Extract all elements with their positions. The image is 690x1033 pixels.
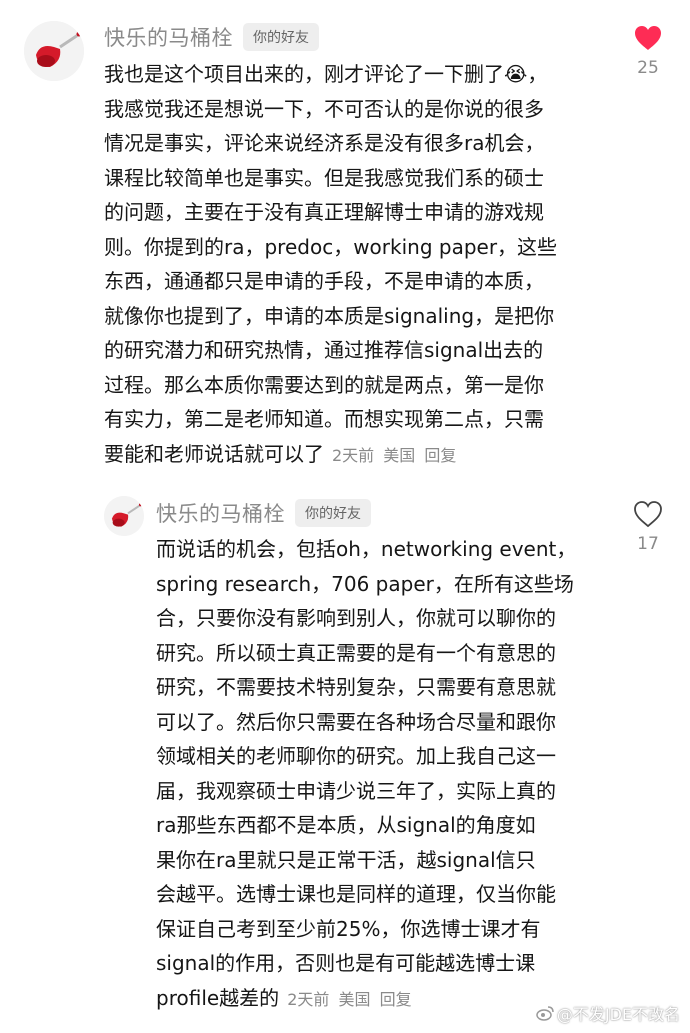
like-button[interactable]: 25 bbox=[618, 24, 678, 78]
comment-text: 我也是这个项目出来的，刚才评论了一下删了😭， 我感觉我还是想说一下，不可否认的是… bbox=[104, 57, 614, 473]
username[interactable]: 快乐的马桶栓 bbox=[156, 498, 285, 528]
comment-line: 果你在ra里就只是正常干活，越signal信只 bbox=[156, 847, 536, 872]
comment-line: 有实力，第二是老师知道。而想实现第二点，只需 bbox=[104, 407, 544, 431]
comment-header: 快乐的马桶栓 你的好友 bbox=[156, 498, 371, 528]
heart-outline-icon[interactable] bbox=[633, 500, 663, 528]
comment-line: 合，只要你没有影响到别人，你就可以聊你的 bbox=[156, 606, 556, 630]
comment-time: 2天前 bbox=[287, 989, 330, 1009]
comment-last-line: 要能和老师说话就可以了 2天前 美国 回复 bbox=[104, 437, 614, 474]
comment-line: 则。你提到的ra，predoc，working paper，这些 bbox=[104, 234, 558, 259]
comment-line: ra那些东西都不是本质，从signal的角度如 bbox=[156, 813, 536, 837]
avatar[interactable] bbox=[104, 496, 144, 536]
comment-line: 我感觉我还是想说一下，不可否认的是你说的很多 bbox=[104, 96, 544, 121]
comment-line: 要能和老师说话就可以了 bbox=[104, 441, 324, 466]
comment-line: 研究，不需要技术特别复杂，只需要有意思就 bbox=[156, 675, 556, 699]
comment-meta: 2天前 美国 回复 bbox=[332, 446, 460, 465]
reply-button[interactable]: 回复 bbox=[380, 990, 412, 1009]
comment-header: 快乐的马桶栓 你的好友 bbox=[104, 22, 319, 52]
like-count: 25 bbox=[637, 58, 659, 78]
comment-line: 的研究潜力和研究热情，通过推荐信signal出去的 bbox=[104, 338, 544, 362]
plunger-avatar-image bbox=[104, 496, 144, 536]
plunger-avatar-image bbox=[24, 21, 84, 81]
comment-line: 领域相关的老师聊你的研究。加上我自己这一 bbox=[156, 744, 556, 768]
weibo-watermark: @不发JDE不改名 bbox=[536, 1001, 680, 1025]
comment-text: 而说话的机会，包括oh，networking event， spring res… bbox=[156, 532, 612, 1017]
comment-time: 2天前 bbox=[332, 445, 375, 465]
comment-line: 课程比较简单也是事实。但是我感觉我们系的硕士 bbox=[104, 165, 544, 190]
comment-line: 研究。所以硕士真正需要的是有一个有意思的 bbox=[156, 640, 556, 665]
comment-line: 情况是事实，评论来说经济系是没有很多ra机会， bbox=[104, 131, 545, 155]
comment-line: profile越差的 bbox=[156, 985, 280, 1010]
comment-line: 我也是这个项目出来的，刚才评论了一下删了😭， bbox=[104, 62, 548, 86]
comment-line: 会越平。选博士课也是同样的道理，仅当你能 bbox=[156, 882, 556, 906]
comment-line: 过程。那么本质你需要达到的就是两点，第一是你 bbox=[104, 372, 544, 397]
comment-line: 而说话的机会，包括oh，networking event， bbox=[156, 537, 577, 561]
friend-badge: 你的好友 bbox=[295, 499, 371, 527]
comment-line: 东西，通通都只是申请的手段，不是申请的本质， bbox=[104, 269, 544, 293]
comment-location: 美国 bbox=[338, 989, 371, 1009]
like-button[interactable]: 17 bbox=[618, 500, 678, 554]
like-count: 17 bbox=[637, 534, 659, 554]
comment-line: 保证自己考到至少前25%，你选博士课才有 bbox=[156, 916, 541, 941]
comment-line: 就像你也提到了，申请的本质是signaling，是把你 bbox=[104, 303, 555, 328]
comment-line: 可以了。然后你只需要在各种场合尽量和跟你 bbox=[156, 709, 556, 734]
comment-line: 届，我观察硕士申请少说三年了，实际上真的 bbox=[156, 778, 556, 803]
weibo-icon bbox=[536, 1006, 554, 1021]
username[interactable]: 快乐的马桶栓 bbox=[104, 22, 233, 52]
avatar[interactable] bbox=[24, 21, 84, 81]
reply-button[interactable]: 回复 bbox=[424, 446, 456, 465]
comment-location: 美国 bbox=[383, 445, 416, 465]
friend-badge: 你的好友 bbox=[243, 23, 319, 51]
watermark-text: @不发JDE不改名 bbox=[556, 1005, 680, 1024]
comment-line: 的问题，主要在于没有真正理解博士申请的游戏规 bbox=[104, 200, 544, 224]
comment-meta: 2天前 美国 回复 bbox=[287, 990, 415, 1009]
comment-line: spring research，706 paper，在所有这些场 bbox=[156, 571, 574, 596]
heart-filled-icon[interactable] bbox=[633, 24, 663, 52]
comment-line: signal的作用，否则也是有可能越选博士课 bbox=[156, 951, 536, 975]
